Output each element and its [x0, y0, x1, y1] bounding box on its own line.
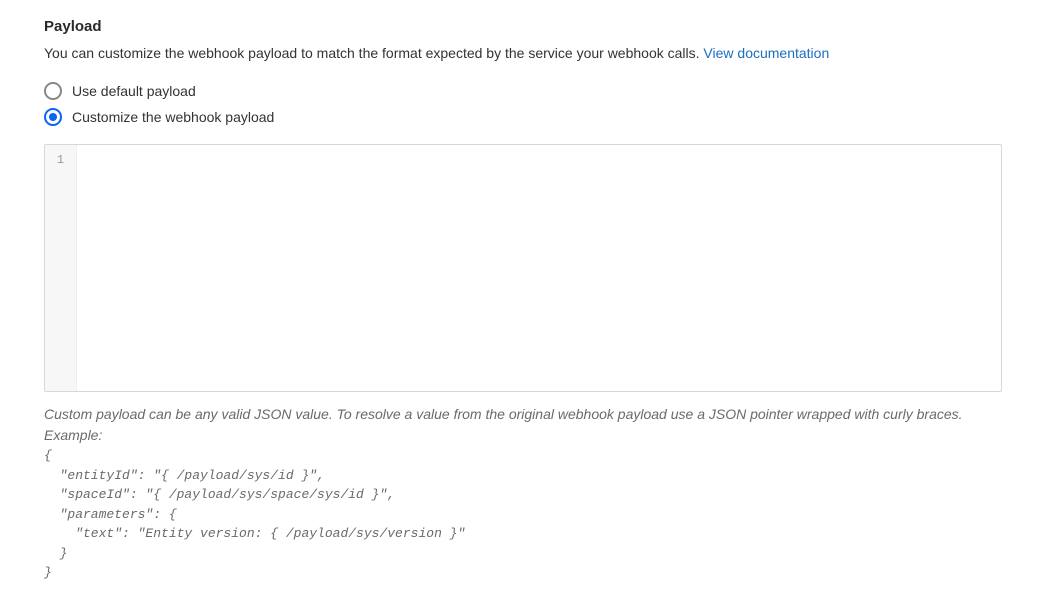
radio-icon — [44, 82, 62, 100]
editor-gutter: 1 — [45, 145, 77, 391]
radio-default-payload[interactable]: Use default payload — [44, 78, 1002, 104]
editor-textarea[interactable] — [77, 145, 1001, 391]
help-text: Custom payload can be any valid JSON val… — [44, 404, 1002, 583]
help-intro: Custom payload can be any valid JSON val… — [44, 404, 1002, 446]
radio-default-label: Use default payload — [72, 83, 196, 99]
description-text: You can customize the webhook payload to… — [44, 45, 703, 61]
line-number: 1 — [45, 151, 76, 169]
payload-code-editor[interactable]: 1 — [44, 144, 1002, 392]
payload-radio-group: Use default payload Customize the webhoo… — [44, 78, 1002, 130]
radio-customize-payload[interactable]: Customize the webhook payload — [44, 104, 1002, 130]
radio-icon — [44, 108, 62, 126]
help-example-code: { "entityId": "{ /payload/sys/id }", "sp… — [44, 446, 1002, 583]
payload-section: Payload You can customize the webhook pa… — [44, 18, 1002, 583]
section-description: You can customize the webhook payload to… — [44, 43, 1002, 64]
view-documentation-link[interactable]: View documentation — [703, 45, 829, 61]
radio-custom-label: Customize the webhook payload — [72, 109, 274, 125]
section-title: Payload — [44, 18, 1002, 35]
